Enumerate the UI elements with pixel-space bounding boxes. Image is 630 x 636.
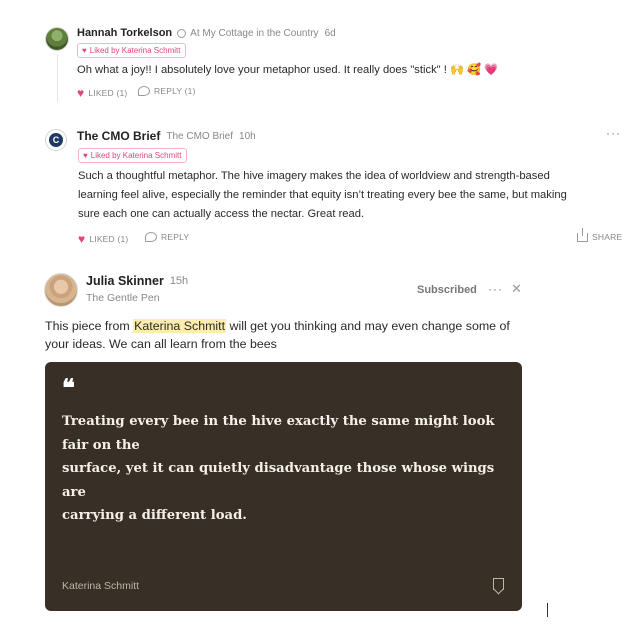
share-label: SHARE [592,232,623,242]
author-name[interactable]: Julia Skinner [86,274,164,288]
comment-body: Such a thoughtful metaphor. The hive ima… [78,167,623,224]
subscribed-button[interactable]: Subscribed [417,284,477,296]
close-icon[interactable]: ✕ [511,281,522,297]
comment-bubble-icon [145,232,157,242]
more-icon[interactable]: ··· [488,282,503,296]
publication-name[interactable]: At My Cottage in the Country [190,28,318,39]
mention-link[interactable]: Katerina Schmitt [133,319,227,333]
publication-name[interactable]: The Gentle Pen [86,292,160,304]
timestamp[interactable]: 6d [325,28,336,39]
reply-label: REPLY (1) [154,86,196,96]
avatar-letter: C [49,133,63,147]
comment-body: Oh what a joy!! I absolutely love your m… [77,64,498,76]
note-line: This piece from Katerina Schmitt will ge… [45,317,565,335]
reply-button[interactable]: REPLY (1) [138,86,196,96]
quote-line: surface, yet it can quietly disadvantage… [62,461,495,500]
share-icon [577,227,588,242]
heart-icon: ♥ [82,46,87,55]
heart-icon: ♥ [83,151,88,160]
heart-icon: ♥ [78,232,86,246]
liked-by-badge: ♥ Liked by Katerina Schmitt [78,148,188,163]
quote-author[interactable]: Katerina Schmitt [62,580,139,592]
note-line: your ideas. We can all learn from the be… [45,337,277,351]
globe-icon [177,28,187,38]
reply-label: REPLY [161,232,190,242]
like-label: LIKED (1) [89,234,129,244]
liked-by-badge: ♥ Liked by Katerina Schmitt [77,43,187,58]
quote-line: carrying a different load. [62,508,247,523]
author-name[interactable]: The CMO Brief [77,129,160,143]
timestamp[interactable]: 10h [239,131,256,142]
quote-text: Treating every bee in the hive exactly t… [62,410,512,528]
liked-by-label: Liked by Katerina Schmitt [90,151,182,160]
publication-name[interactable]: The CMO Brief [166,131,233,142]
comment-header: Hannah Torkelson At My Cottage in the Co… [77,27,336,39]
note-text-part: will get you thinking and may even chang… [226,319,510,333]
comment-header: The CMO Brief The CMO Brief 10h [77,129,256,143]
quote-line: Treating every bee in the hive exactly t… [62,414,495,453]
like-button[interactable]: ♥ LIKED (1) [78,232,128,246]
comment-line: Such a thoughtful metaphor. The hive ima… [78,170,550,182]
comment-line: sure each one can actually access the ne… [78,208,365,220]
avatar[interactable] [44,273,78,307]
timestamp[interactable]: 15h [170,275,188,287]
more-icon[interactable]: ··· [606,126,621,140]
note-text-part: This piece from [45,319,134,333]
author-name[interactable]: Hannah Torkelson [77,27,172,39]
comment-line: learning feel alive, especially the remi… [78,189,567,201]
note-header: Julia Skinner 15h [86,274,188,288]
note-text: This piece from Katerina Schmitt will ge… [45,317,565,353]
quote-mark-icon: ❝ [62,373,75,402]
like-button[interactable]: ♥ LIKED (1) [77,86,127,100]
thread-line [57,54,58,102]
heart-icon: ♥ [77,86,85,100]
comment-bubble-icon [138,86,150,96]
share-button[interactable]: SHARE [577,227,623,242]
avatar[interactable]: C [45,129,67,151]
avatar[interactable] [45,27,69,51]
liked-by-label: Liked by Katerina Schmitt [89,46,181,55]
bookmark-icon[interactable] [493,578,504,590]
like-label: LIKED (1) [88,88,128,98]
text-cursor [547,603,548,617]
reply-button[interactable]: REPLY [145,232,189,242]
